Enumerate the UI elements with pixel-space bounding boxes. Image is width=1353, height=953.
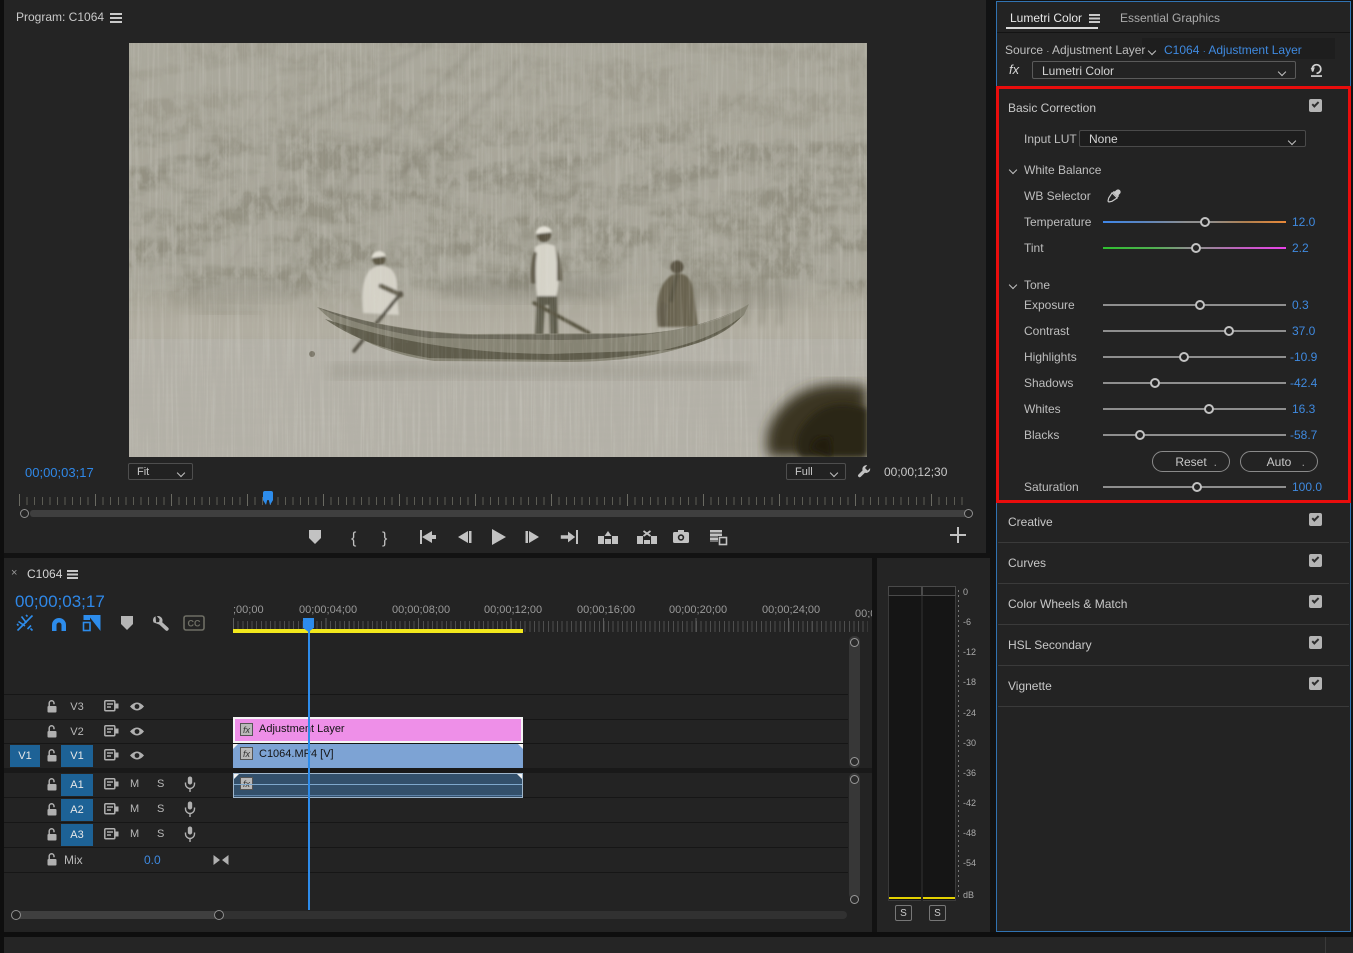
svg-text:CC: CC (188, 619, 201, 629)
svg-text:{: { (351, 530, 357, 547)
svg-text:}: } (382, 530, 388, 547)
